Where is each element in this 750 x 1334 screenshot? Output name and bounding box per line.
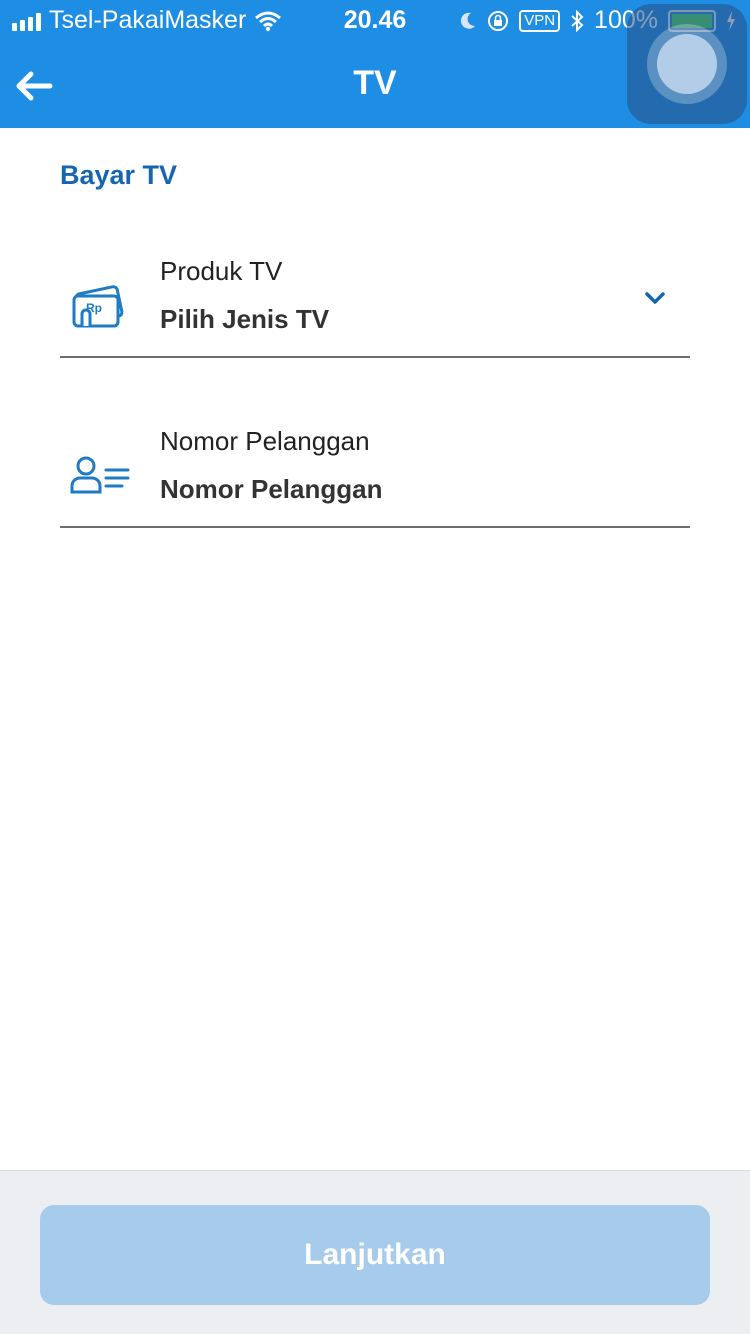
bottom-action-area: Lanjutkan [0, 1170, 750, 1334]
chevron-down-icon[interactable] [640, 288, 670, 308]
customer-number-input[interactable]: Nomor Pelanggan [160, 474, 382, 505]
app-header: Tsel-PakaiMasker 20.46 VPN 100% TV [0, 0, 750, 128]
customer-id-icon [70, 456, 130, 494]
vpn-badge: VPN [519, 9, 561, 32]
rotation-lock-icon [488, 10, 509, 31]
assistive-touch-button[interactable] [627, 4, 747, 124]
assistive-touch-dot [657, 34, 717, 94]
customer-number-field[interactable]: Nomor Pelanggan Nomor Pelanggan [60, 408, 690, 528]
customer-number-label: Nomor Pelanggan [160, 426, 370, 456]
section-title: Bayar TV [60, 160, 178, 190]
continue-button[interactable]: Lanjutkan [40, 1205, 710, 1305]
moon-icon [461, 12, 476, 29]
product-tv-value: Pilih Jenis TV [160, 304, 330, 334]
product-tv-field[interactable]: Rp Produk TV Pilih Jenis TV [60, 238, 690, 358]
wallet-rp-icon: Rp [72, 285, 124, 328]
bluetooth-icon [571, 9, 584, 32]
product-tv-label: Produk TV [160, 256, 283, 286]
